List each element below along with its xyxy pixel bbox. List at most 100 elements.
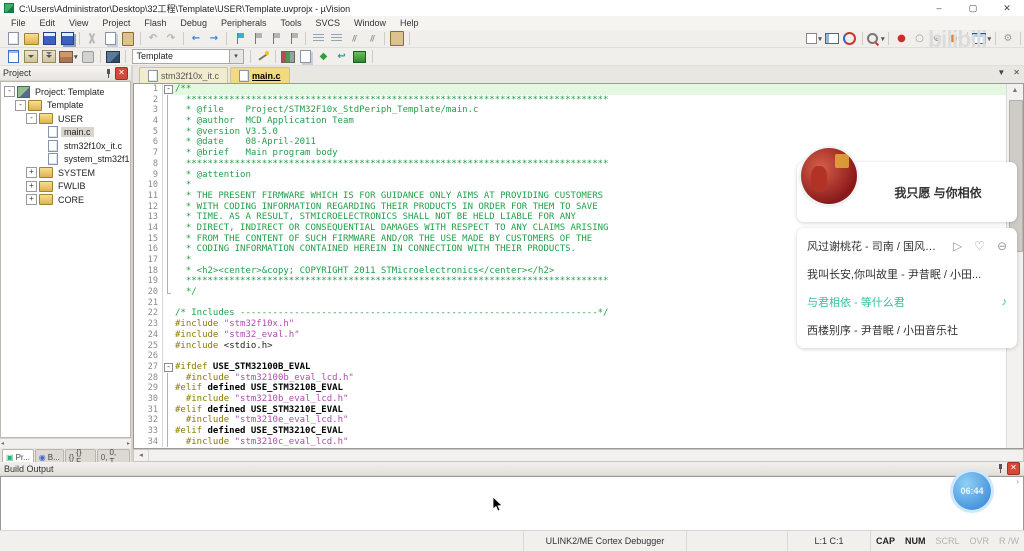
target-select-dropdown-icon[interactable]: ▾ <box>230 49 244 64</box>
rebuild-icon[interactable] <box>41 49 57 65</box>
undo-icon[interactable]: ↶ <box>145 31 161 47</box>
editor-hscrollbar[interactable]: ◂ <box>133 449 1024 462</box>
code-line-28[interactable]: 28 #include "stm32100b_eval_lcd.h" <box>134 373 1007 384</box>
code-line-30[interactable]: 30 #include "stm3210b_eval_lcd.h" <box>134 394 1007 405</box>
target-select[interactable]: Template <box>132 49 230 64</box>
document-tab-main-c[interactable]: main.c <box>230 67 290 83</box>
nav-back-icon[interactable]: ← <box>188 31 204 47</box>
pin-icon[interactable] <box>997 464 1004 473</box>
menu-svcs[interactable]: SVCS <box>309 16 348 30</box>
debug-card-icon[interactable] <box>824 31 840 47</box>
project-panel-close-icon[interactable]: ✕ <box>115 67 128 80</box>
pages-icon[interactable] <box>298 49 314 65</box>
tree-item-user[interactable]: -USER <box>1 112 130 126</box>
tree-item-stm32f10x-it-c[interactable]: stm32f10x_it.c <box>1 139 130 153</box>
comment-icon[interactable]: // <box>346 31 362 47</box>
menu-window[interactable]: Window <box>347 16 393 30</box>
maximize-button[interactable]: ▢ <box>956 0 990 16</box>
clear-bookmarks-icon[interactable] <box>285 31 301 47</box>
prev-bookmark-icon[interactable] <box>249 31 265 47</box>
document-close-icon[interactable]: ✕ <box>1013 68 1020 77</box>
menu-debug[interactable]: Debug <box>173 16 214 30</box>
menu-view[interactable]: View <box>62 16 95 30</box>
pack-icon[interactable] <box>352 49 368 65</box>
fold-collapse-icon[interactable]: - <box>164 363 173 372</box>
save-icon[interactable] <box>41 31 57 47</box>
tree-expander-icon[interactable]: + <box>26 194 37 205</box>
tree-item-system[interactable]: +SYSTEM <box>1 166 130 180</box>
menu-tools[interactable]: Tools <box>273 16 308 30</box>
tree-item-fwlib[interactable]: +FWLIB <box>1 180 130 194</box>
play-icon[interactable]: ▷ <box>953 239 962 253</box>
menu-file[interactable]: File <box>4 16 33 30</box>
code-line-33[interactable]: 33#elif defined USE_STM3210C_EVAL <box>134 426 1007 437</box>
tree-expander-icon[interactable]: - <box>4 86 15 97</box>
song-item-4[interactable]: 西楼别序 - 尹昔眠 / 小田音乐社 <box>797 316 1017 344</box>
album-art[interactable] <box>801 148 857 204</box>
code-line-26[interactable]: 26 <box>134 351 1007 362</box>
uncomment-icon[interactable]: // <box>364 31 380 47</box>
tree-expander-icon[interactable]: - <box>26 113 37 124</box>
tree-item-template[interactable]: -Template <box>1 99 130 113</box>
scroll-right-icon[interactable]: ▸ <box>127 440 130 447</box>
breakpoint-enable-icon[interactable]: ○ <box>911 31 927 47</box>
now-playing-card[interactable]: 我只愿 与你相依 <box>797 162 1017 222</box>
menu-help[interactable]: Help <box>393 16 426 30</box>
document-list-icon[interactable]: ▼ <box>997 68 1005 77</box>
menu-project[interactable]: Project <box>95 16 137 30</box>
breakpoint-icon[interactable]: ● <box>893 31 909 47</box>
code-line-5[interactable]: 5 * @version V3.5.0 <box>134 127 1007 138</box>
build-icon[interactable] <box>23 49 39 65</box>
translate-icon[interactable] <box>5 49 21 65</box>
code-line-1[interactable]: 1-/** <box>134 84 1007 95</box>
clipboard-icon[interactable] <box>389 31 405 47</box>
song-item-3[interactable]: 与君相依 - 等什么君♪ <box>797 288 1017 316</box>
menu-flash[interactable]: Flash <box>137 16 173 30</box>
document-tab-stm32f10x-it-c[interactable]: stm32f10x_it.c <box>139 67 228 83</box>
tree-item-core[interactable]: +CORE <box>1 193 130 207</box>
build-output-content[interactable]: › <box>0 476 1024 532</box>
copy-icon[interactable] <box>102 31 118 47</box>
close-button[interactable]: ✕ <box>990 0 1024 16</box>
scroll-left-icon[interactable]: ◂ <box>134 450 149 461</box>
minimize-button[interactable]: – <box>922 0 956 16</box>
remove-icon[interactable]: ⊖ <box>997 239 1007 253</box>
song-item-2[interactable]: 我叫长安,你叫故里 - 尹昔眠 / 小田... <box>797 260 1017 288</box>
cut-icon[interactable] <box>84 31 100 47</box>
heart-icon[interactable]: ♡ <box>974 239 985 253</box>
tree-item-project-template[interactable]: -Project: Template <box>1 85 130 99</box>
fold-collapse-icon[interactable]: - <box>164 85 173 94</box>
code-line-32[interactable]: 32 #include "stm3210e_eval_lcd.h" <box>134 415 1007 426</box>
options-wand-icon[interactable] <box>255 49 271 65</box>
new-file-icon[interactable] <box>5 31 21 47</box>
tree-expander-icon[interactable]: - <box>15 100 26 111</box>
scroll-left-icon[interactable]: ◂ <box>1 440 4 447</box>
batch-drop-icon[interactable]: ▾ <box>59 49 78 65</box>
save-all-icon[interactable] <box>59 31 75 47</box>
download-icon[interactable] <box>105 49 121 65</box>
code-line-31[interactable]: 31#elif defined USE_STM3210E_EVAL <box>134 405 1007 416</box>
open-file-icon[interactable] <box>23 31 39 47</box>
find-drop-icon[interactable]: ▾ <box>867 31 885 47</box>
bookmark-icon[interactable] <box>231 31 247 47</box>
scroll-up-icon[interactable]: ▲ <box>1007 84 1023 98</box>
paste-icon[interactable] <box>120 31 136 47</box>
code-line-4[interactable]: 4 * @author MCD Application Team <box>134 116 1007 127</box>
code-line-2[interactable]: 2 **************************************… <box>134 95 1007 106</box>
floating-badge[interactable]: 06:44 <box>953 472 991 510</box>
tree-expander-icon[interactable]: + <box>26 181 37 192</box>
select-drop-icon[interactable]: ▾ <box>806 31 822 47</box>
indent-icon[interactable] <box>310 31 326 47</box>
menu-peripherals[interactable]: Peripherals <box>214 16 274 30</box>
song-item-1[interactable]: 风过谢桃花 - 司南 / 国风新语 /...▷♡⊖ <box>797 232 1017 260</box>
pin-icon[interactable] <box>105 69 112 78</box>
tree-expander-icon[interactable]: + <box>26 167 37 178</box>
next-bookmark-icon[interactable] <box>267 31 283 47</box>
outdent-icon[interactable] <box>328 31 344 47</box>
tree-item-main-c[interactable]: main.c <box>1 126 130 140</box>
code-line-29[interactable]: 29#elif defined USE_STM3210B_EVAL <box>134 383 1007 394</box>
grid-kit-icon[interactable] <box>280 49 296 65</box>
undo-green-icon[interactable]: ↩ <box>334 49 350 65</box>
build-output-close-icon[interactable]: ✕ <box>1007 462 1020 475</box>
run-env-icon[interactable]: ◆ <box>316 49 332 65</box>
